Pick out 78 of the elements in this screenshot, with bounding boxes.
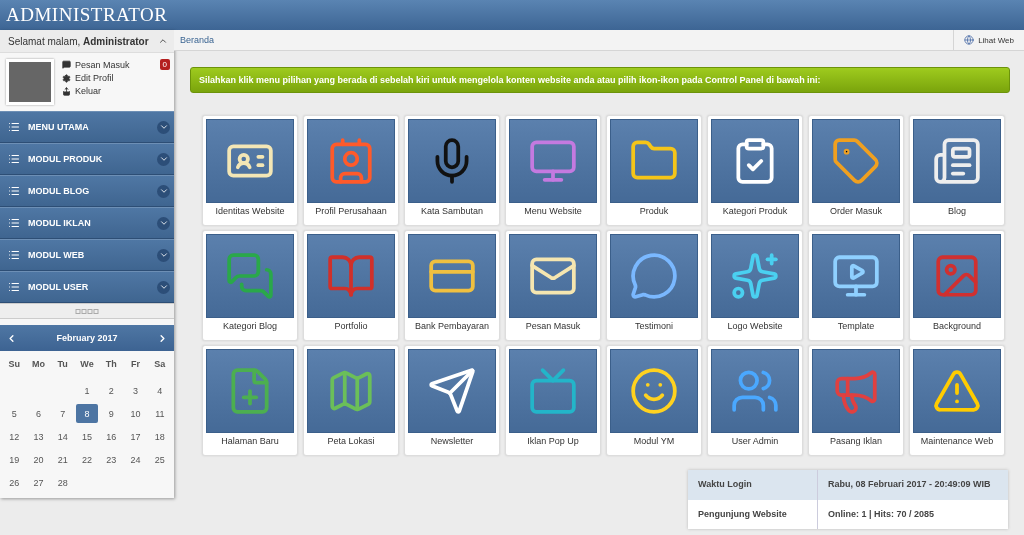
table-cell: Waktu Login — [688, 470, 818, 500]
sidebar-menu-item[interactable]: MODUL USER — [0, 271, 174, 303]
sidebar-menu-item[interactable]: MODUL IKLAN — [0, 207, 174, 239]
control-panel-tile[interactable]: Background — [909, 230, 1005, 341]
calendar-day[interactable]: 11 — [148, 404, 171, 423]
table-cell: Rabu, 08 Februari 2017 - 20:49:09 WIB — [818, 470, 1008, 500]
control-panel-tile[interactable]: Order Masuk — [808, 115, 904, 226]
table-cell: Online: 1 | Hits: 70 / 2085 — [818, 499, 1008, 529]
control-panel-tile[interactable]: Identitas Website — [202, 115, 298, 226]
weekday-label: Sa — [153, 358, 167, 371]
weekday-label: Tu — [56, 358, 69, 371]
control-panel-tile[interactable]: Logo Website — [707, 230, 803, 341]
control-panel-tile[interactable]: Peta Lokasi — [303, 345, 399, 456]
control-panel-tile[interactable]: Maintenance Web — [909, 345, 1005, 456]
control-panel-tile[interactable]: Newsletter — [404, 345, 500, 456]
control-panel-tile[interactable]: Halaman Baru — [202, 345, 298, 456]
calendar-day[interactable]: 21 — [51, 450, 74, 469]
calendar-day[interactable]: 24 — [124, 450, 147, 469]
control-panel-tile[interactable]: Iklan Pop Up — [505, 345, 601, 456]
sidebar-menu-item[interactable]: MENU UTAMA — [0, 111, 174, 143]
calendar-day[interactable]: 14 — [51, 427, 74, 446]
calendar-day[interactable]: 2 — [100, 381, 123, 400]
calendar-day[interactable]: 7 — [51, 404, 74, 423]
control-panel-tile[interactable]: User Admin — [707, 345, 803, 456]
calendar-day[interactable]: 17 — [124, 427, 147, 446]
weekday-label: Th — [104, 358, 118, 371]
weekday-label: We — [79, 358, 95, 371]
control-panel-tile[interactable]: Kategori Produk — [707, 115, 803, 226]
control-panel-tile[interactable]: Bank Pembayaran — [404, 230, 500, 341]
sidebar-menu-item[interactable]: MODUL WEB — [0, 239, 174, 271]
calendar-day[interactable]: 25 — [148, 450, 171, 469]
sidebar-menu-item[interactable]: MODUL BLOG — [0, 175, 174, 207]
control-panel-tile[interactable]: Template — [808, 230, 904, 341]
user-menu-link[interactable]: Edit Profil — [62, 73, 114, 83]
weekday-label: Mo — [30, 358, 46, 371]
calendar-day[interactable]: 22 — [76, 450, 98, 469]
control-panel-tile[interactable]: Kata Sambutan — [404, 115, 500, 226]
calendar-day[interactable]: 10 — [124, 404, 147, 423]
calendar-month: February 2017 — [56, 333, 118, 343]
control-panel-tile[interactable]: Pasang Iklan — [808, 345, 904, 456]
calendar-day[interactable]: 3 — [124, 381, 147, 400]
control-panel-tile[interactable]: Kategori Blog — [202, 230, 298, 341]
user-menu-link[interactable]: Keluar — [62, 86, 101, 96]
calendar-day[interactable]: 28 — [51, 473, 74, 492]
calendar-day[interactable]: 15 — [76, 427, 98, 446]
table-cell: Pengunjung Website — [688, 499, 818, 529]
calendar-day[interactable]: 18 — [148, 427, 171, 446]
calendar-day[interactable]: 19 — [3, 450, 26, 469]
weekday-label: Fr — [130, 358, 142, 371]
calendar-day[interactable]: 6 — [27, 404, 50, 423]
control-panel-tile[interactable]: Testimoni — [606, 230, 702, 341]
calendar-day[interactable]: 13 — [27, 427, 50, 446]
calendar-day[interactable]: 23 — [100, 450, 123, 469]
calendar-day[interactable]: 4 — [148, 381, 171, 400]
control-panel-tile[interactable]: Produk — [606, 115, 702, 226]
control-panel-tile[interactable]: Modul YM — [606, 345, 702, 456]
calendar-day[interactable]: 1 — [76, 381, 98, 400]
calendar-day[interactable]: 27 — [27, 473, 50, 492]
info-notice: Silahkan klik menu pilihan yang berada di sebelah kiri untuk mengelola konten website anda atau pilih ikon-ikon pada Control Panel di bawah ini: — [190, 67, 1010, 93]
sidebar-menu-item[interactable]: MODUL PRODUK — [0, 143, 174, 175]
control-panel-tile[interactable]: Menu Website — [505, 115, 601, 226]
user-menu-link[interactable]: Pesan Masuk — [62, 59, 130, 70]
breadcrumb-link[interactable]: Beranda — [180, 35, 215, 45]
calendar-day[interactable]: 26 — [3, 473, 26, 492]
app-title: ADMINISTRATOR — [6, 4, 168, 26]
control-panel-tile[interactable]: Pesan Masuk — [505, 230, 601, 341]
count-badge: 0 — [159, 59, 170, 70]
calendar-day[interactable]: 9 — [100, 404, 123, 423]
control-panel-tile[interactable]: Blog — [909, 115, 1005, 226]
control-panel-tile[interactable]: Profil Perusahaan — [303, 115, 399, 226]
calendar-day[interactable]: 8 — [76, 404, 98, 423]
control-panel-tile[interactable]: Portfolio — [303, 230, 399, 341]
greeting-text: Selamat malam, Administrator — [8, 35, 149, 47]
calendar-day[interactable]: 12 — [3, 427, 26, 446]
calendar-day[interactable]: 20 — [27, 450, 50, 469]
weekday-label: Su — [7, 358, 21, 371]
calendar-day[interactable]: 5 — [3, 404, 26, 423]
calendar-day[interactable]: 16 — [100, 427, 123, 446]
